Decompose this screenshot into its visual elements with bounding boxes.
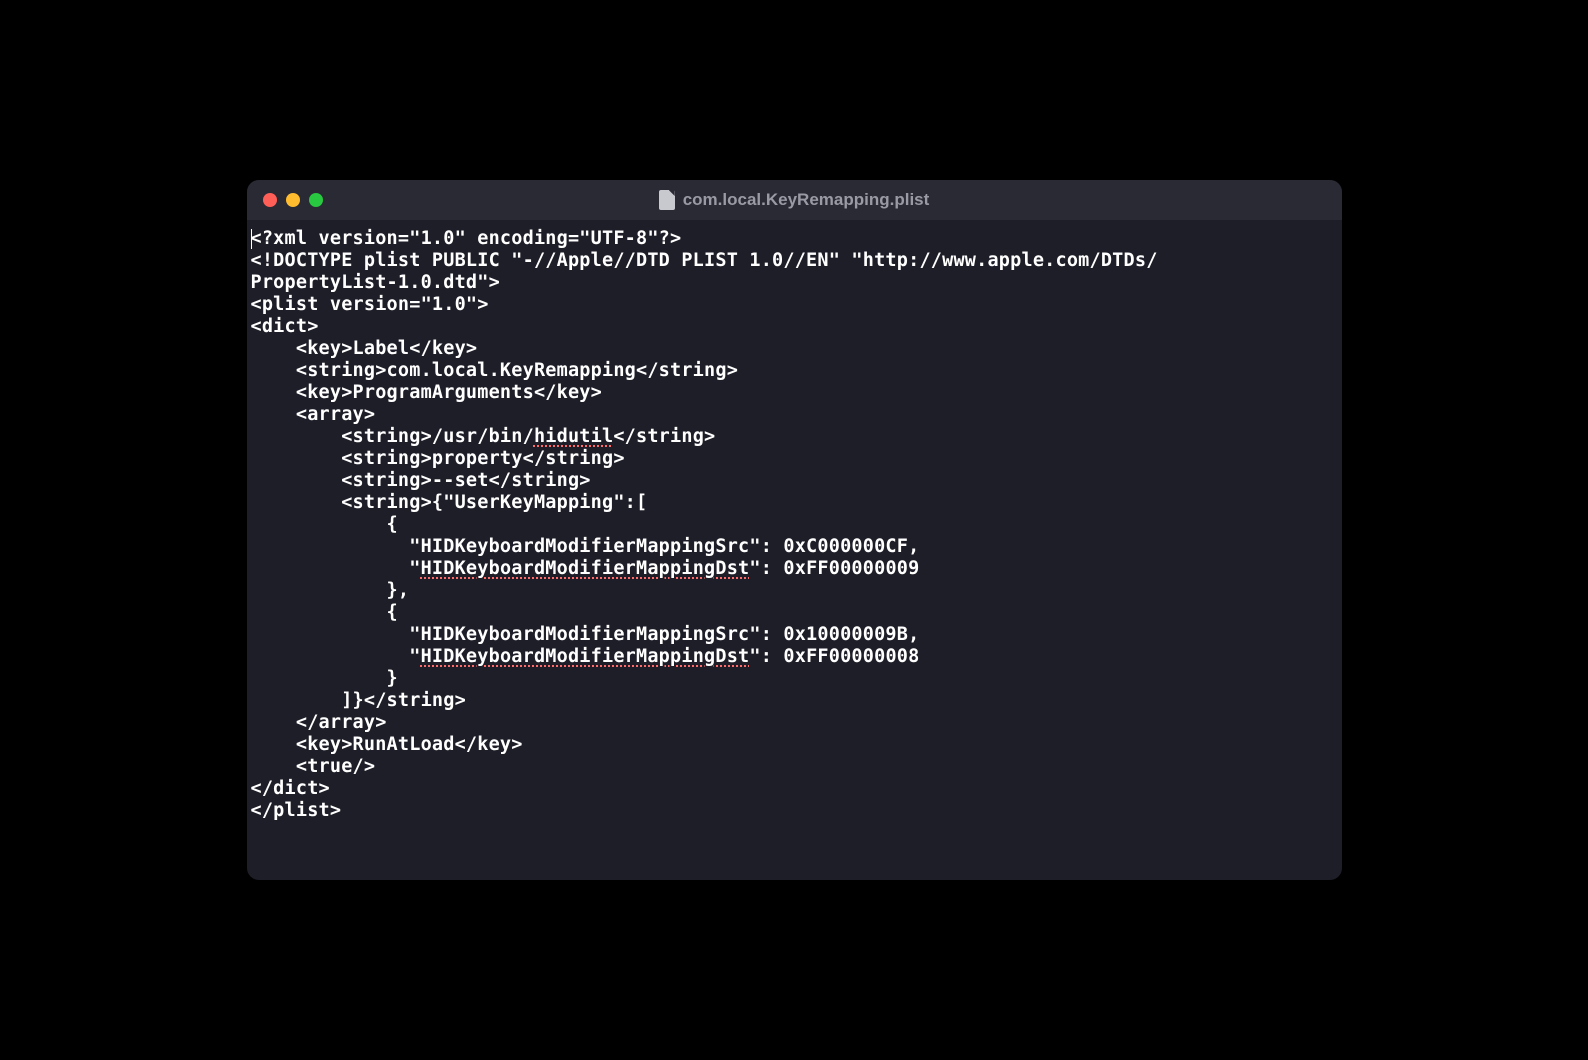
code-line: <key>Label</key> xyxy=(251,338,478,359)
spell-error: HIDKeyboardModifierMappingDst xyxy=(421,646,750,667)
code-line: ]}</string> xyxy=(251,690,466,711)
traffic-lights xyxy=(263,193,323,207)
code-line: <string>{"UserKeyMapping":[ xyxy=(251,492,648,513)
editor-content[interactable]: <?xml version="1.0" encoding="UTF-8"?> <… xyxy=(247,220,1342,830)
code-line: PropertyList-1.0.dtd"> xyxy=(251,272,500,293)
close-button[interactable] xyxy=(263,193,277,207)
minimize-button[interactable] xyxy=(286,193,300,207)
code-line: "HIDKeyboardModifierMappingDst": 0xFF000… xyxy=(251,558,920,579)
code-line: </array> xyxy=(251,712,387,733)
titlebar[interactable]: com.local.KeyRemapping.plist xyxy=(247,180,1342,220)
code-line: <plist version="1.0"> xyxy=(251,294,489,315)
code-line: } xyxy=(251,668,398,689)
spell-error: hidutil xyxy=(534,426,613,447)
code-line: <?xml version="1.0" encoding="UTF-8"?> xyxy=(251,228,682,249)
code-line: <string>property</string> xyxy=(251,448,625,469)
code-line: <dict> xyxy=(251,316,319,337)
code-line: </plist> xyxy=(251,800,342,821)
code-line: </dict> xyxy=(251,778,330,799)
code-line: <key>ProgramArguments</key> xyxy=(251,382,602,403)
code-line: <string>com.local.KeyRemapping</string> xyxy=(251,360,739,381)
window-title: com.local.KeyRemapping.plist xyxy=(683,190,930,210)
code-line: <!DOCTYPE plist PUBLIC "-//Apple//DTD PL… xyxy=(251,250,1158,271)
code-line: "HIDKeyboardModifierMappingSrc": 0x10000… xyxy=(251,624,920,645)
code-line: { xyxy=(251,602,398,623)
file-icon xyxy=(659,190,675,210)
code-line: <string>/usr/bin/hidutil</string> xyxy=(251,426,716,447)
code-line: <key>RunAtLoad</key> xyxy=(251,734,523,755)
code-line: "HIDKeyboardModifierMappingDst": 0xFF000… xyxy=(251,646,920,667)
code-line: <array> xyxy=(251,404,376,425)
code-line: }, xyxy=(251,580,410,601)
title-center: com.local.KeyRemapping.plist xyxy=(247,190,1342,210)
code-line: <string>--set</string> xyxy=(251,470,591,491)
editor-window: com.local.KeyRemapping.plist <?xml versi… xyxy=(247,180,1342,880)
code-line: "HIDKeyboardModifierMappingSrc": 0xC0000… xyxy=(251,536,920,557)
code-line: <true/> xyxy=(251,756,376,777)
spell-error: HIDKeyboardModifierMappingDst xyxy=(421,558,750,579)
maximize-button[interactable] xyxy=(309,193,323,207)
code-line: { xyxy=(251,514,398,535)
